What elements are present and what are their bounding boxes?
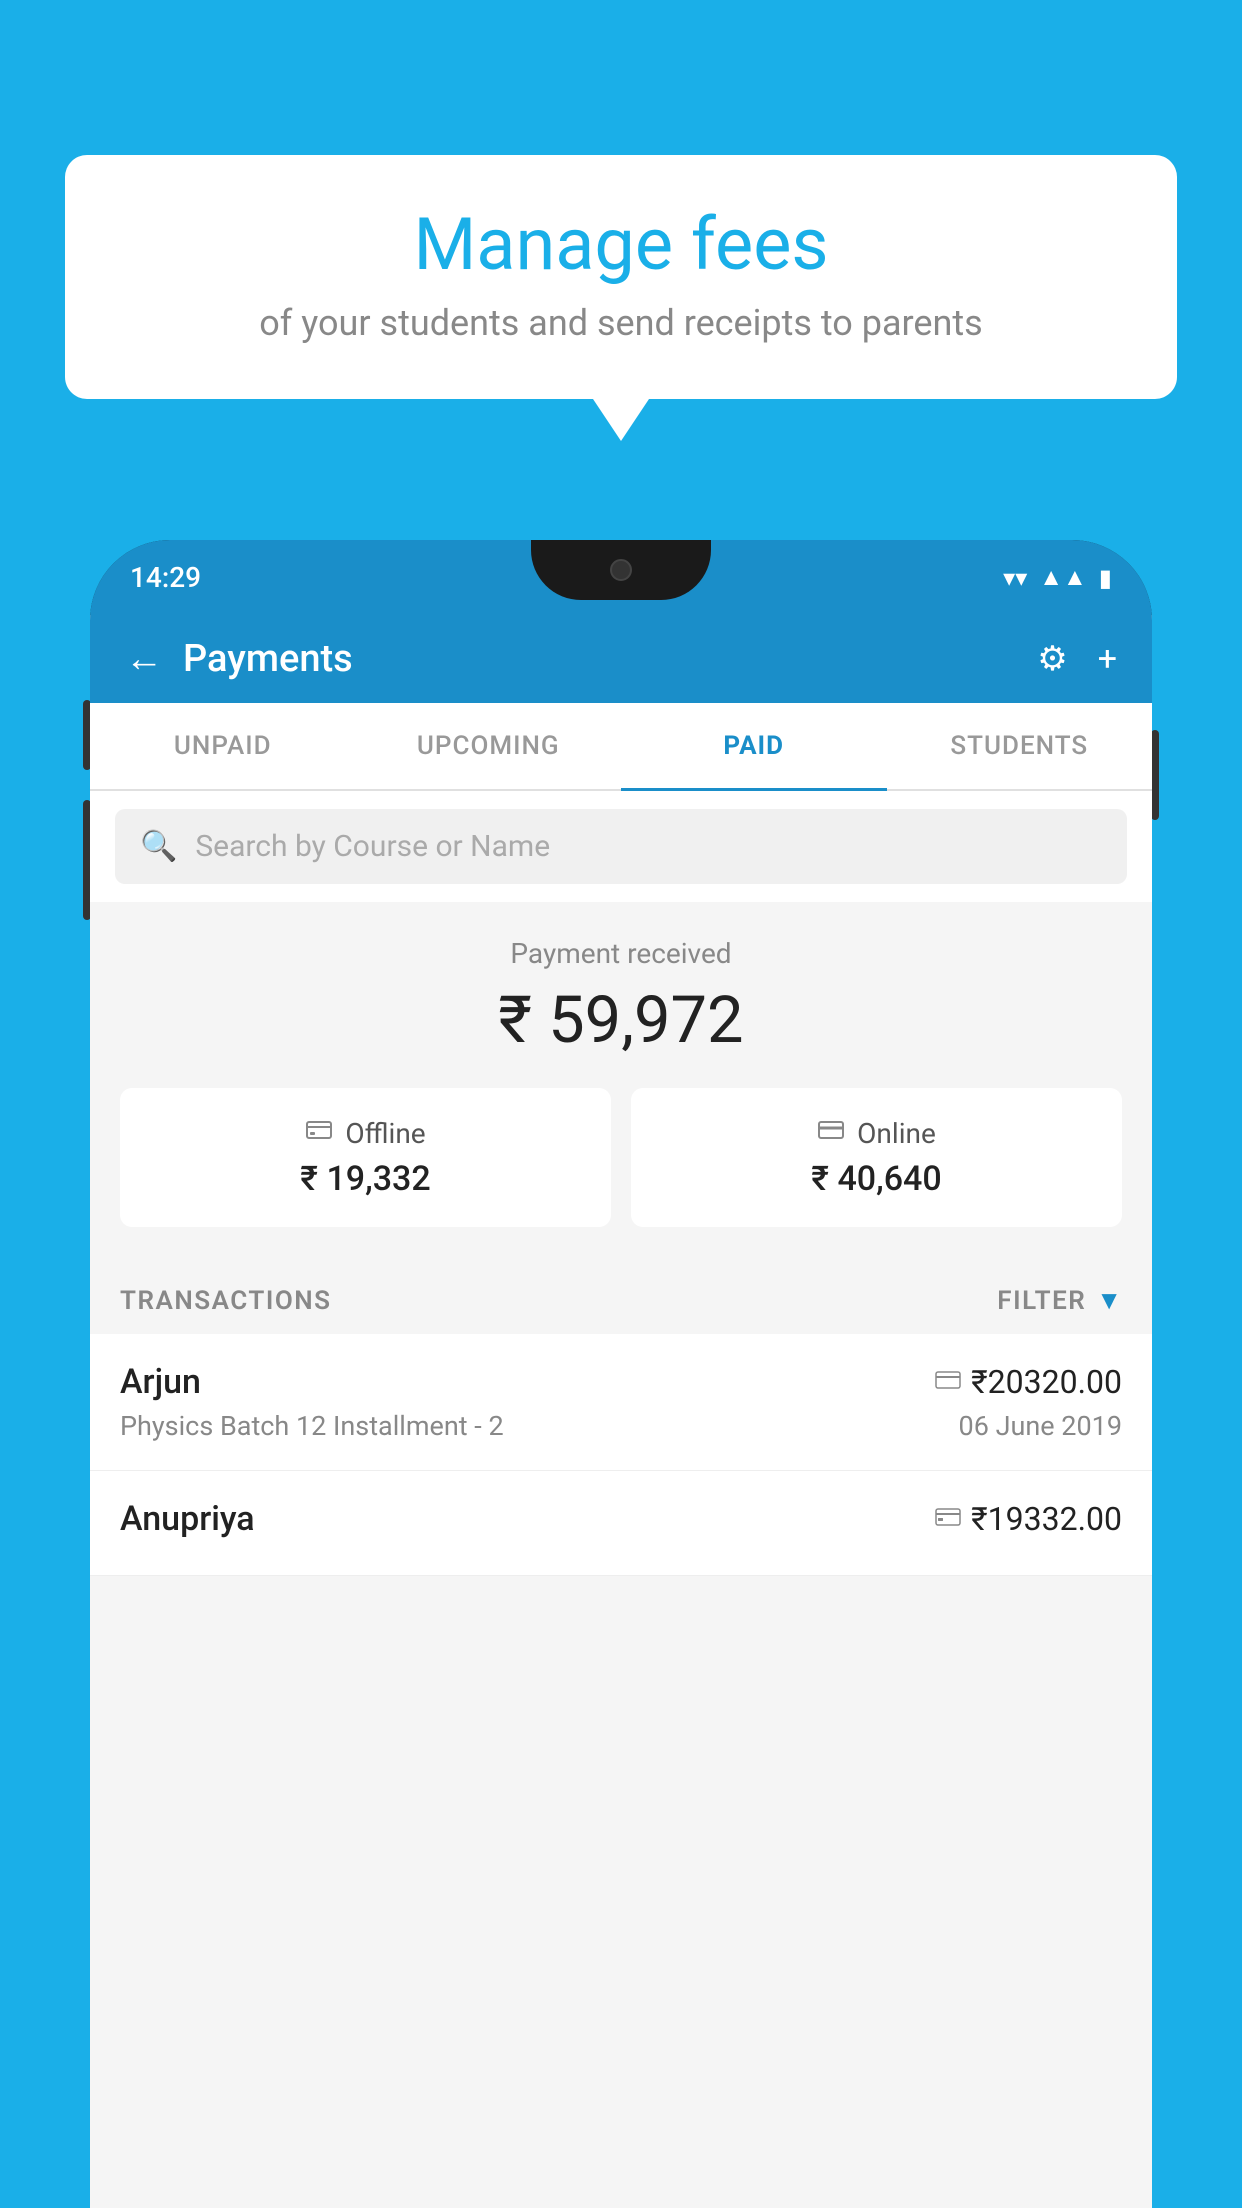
offline-card-header: Offline [140,1116,591,1151]
transaction-date: 06 June 2019 [959,1410,1122,1442]
bubble-subtitle: of your students and send receipts to pa… [125,302,1117,344]
transaction-amount-row: ₹20320.00 [935,1363,1122,1401]
settings-icon[interactable]: ⚙ [1037,639,1067,679]
filter-label: FILTER [997,1286,1086,1316]
status-time: 14:29 [130,561,201,594]
transaction-amount-row-2: ₹19332.00 [935,1500,1122,1538]
phone-notch [531,540,711,600]
transaction-row-bottom: Physics Batch 12 Installment - 2 06 June… [120,1410,1122,1442]
transaction-payment-icon [935,1367,961,1397]
payment-summary: Payment received ₹ 59,972 Offline [90,902,1152,1257]
transaction-amount-2: ₹19332.00 [971,1500,1122,1538]
camera [610,559,632,581]
payment-received-label: Payment received [120,937,1122,970]
search-bar[interactable]: 🔍 Search by Course or Name [115,809,1127,884]
filter-icon: ▼ [1096,1285,1122,1316]
tab-unpaid[interactable]: UNPAID [90,703,356,789]
online-card-header: Online [651,1116,1102,1151]
phone-device: 14:29 ▾▾ ▲▲ ▮ ← Payments ⚙ + UNPAID [90,540,1152,2208]
battery-icon: ▮ [1099,564,1112,592]
transaction-amount: ₹20320.00 [971,1363,1122,1401]
app-header: ← Payments ⚙ + [90,615,1152,703]
transaction-item-anupriya[interactable]: Anupriya ₹19332.00 [90,1471,1152,1576]
search-container: 🔍 Search by Course or Name [90,791,1152,902]
speech-bubble: Manage fees of your students and send re… [65,155,1177,399]
header-right: ⚙ + [1037,639,1117,679]
online-amount: ₹ 40,640 [651,1159,1102,1199]
transaction-item-arjun[interactable]: Arjun ₹20320.00 Physics Batch 12 Install… [90,1334,1152,1471]
search-placeholder: Search by Course or Name [195,829,550,864]
payment-total-amount: ₹ 59,972 [120,982,1122,1058]
volume-button-right [1151,730,1159,820]
search-icon: 🔍 [140,829,177,864]
status-icons: ▾▾ ▲▲ ▮ [1003,563,1112,592]
transactions-header: TRANSACTIONS FILTER ▼ [90,1257,1152,1334]
tab-upcoming[interactable]: UPCOMING [356,703,622,789]
add-icon[interactable]: + [1098,639,1117,679]
tab-students[interactable]: STUDENTS [887,703,1153,789]
page-title: Payments [183,637,353,681]
status-bar: 14:29 ▾▾ ▲▲ ▮ [90,540,1152,615]
payment-cards: Offline ₹ 19,332 Online [120,1088,1122,1227]
phone-screen: ← Payments ⚙ + UNPAID UPCOMING PAID STUD… [90,615,1152,2208]
transaction-payment-icon-2 [935,1504,961,1534]
tab-paid[interactable]: PAID [621,703,887,789]
offline-icon [305,1116,333,1151]
wifi-icon: ▾▾ [1003,564,1027,592]
filter-row[interactable]: FILTER ▼ [997,1285,1122,1316]
transaction-row-top-2: Anupriya ₹19332.00 [120,1499,1122,1539]
signal-icon: ▲▲ [1039,563,1087,592]
online-label: Online [857,1117,936,1150]
transactions-label: TRANSACTIONS [120,1286,332,1316]
header-left: ← Payments [125,637,353,681]
transaction-row-top: Arjun ₹20320.00 [120,1362,1122,1402]
online-icon [817,1116,845,1151]
offline-payment-card: Offline ₹ 19,332 [120,1088,611,1227]
bubble-title: Manage fees [125,205,1117,284]
back-button[interactable]: ← [125,640,163,678]
offline-amount: ₹ 19,332 [140,1159,591,1199]
transaction-description: Physics Batch 12 Installment - 2 [120,1410,504,1442]
transaction-name: Arjun [120,1362,201,1402]
transaction-name-2: Anupriya [120,1499,255,1539]
online-payment-card: Online ₹ 40,640 [631,1088,1122,1227]
offline-label: Offline [345,1117,425,1150]
tab-bar: UNPAID UPCOMING PAID STUDENTS [90,703,1152,791]
